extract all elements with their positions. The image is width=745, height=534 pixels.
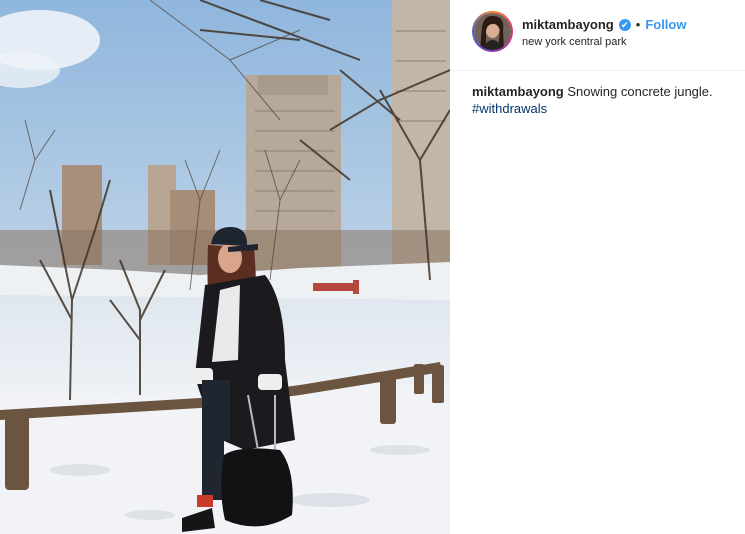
header-text: miktambayong ✔ • Follow new york central… xyxy=(522,17,686,48)
location-link[interactable]: new york central park xyxy=(522,36,686,48)
caption-text: Snowing concrete jungle. xyxy=(567,84,713,99)
follow-button[interactable]: Follow xyxy=(645,17,686,32)
avatar[interactable] xyxy=(472,11,513,52)
verified-badge-icon: ✔ xyxy=(618,18,631,31)
post-header: miktambayong ✔ • Follow new york central… xyxy=(450,0,745,71)
avatar-image xyxy=(474,13,511,50)
caption-username[interactable]: miktambayong xyxy=(472,84,564,99)
separator-dot: • xyxy=(635,17,641,32)
park-photo-illustration xyxy=(0,0,450,534)
post-sidebar: miktambayong ✔ • Follow new york central… xyxy=(450,0,745,534)
header-row: miktambayong ✔ • Follow xyxy=(522,17,686,32)
hashtag-link[interactable]: #withdrawals xyxy=(472,100,727,117)
instagram-post: miktambayong ✔ • Follow new york central… xyxy=(0,0,745,534)
post-caption: miktambayong Snowing concrete jungle. #w… xyxy=(472,83,727,117)
username-link[interactable]: miktambayong xyxy=(522,17,614,32)
post-photo[interactable] xyxy=(0,0,450,534)
